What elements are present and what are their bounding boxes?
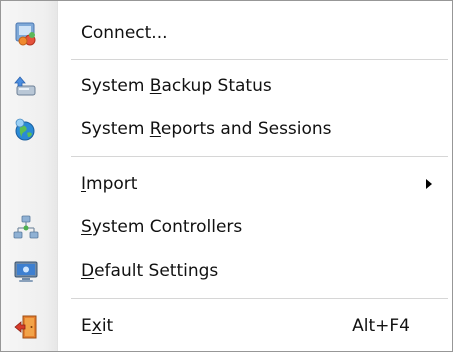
menu-item-exit[interactable]: Exit Alt+F4 bbox=[1, 306, 452, 346]
menu-item-label: System Reports and Sessions bbox=[81, 119, 332, 139]
network-controllers-icon bbox=[13, 215, 39, 241]
menu-separator bbox=[71, 59, 448, 61]
menu-item-system-reports-and-sessions[interactable]: System Reports and Sessions bbox=[1, 109, 452, 149]
connect-icon bbox=[13, 21, 39, 47]
menu-item-system-backup-status[interactable]: System Backup Status bbox=[1, 66, 452, 106]
menu-item-label: Connect... bbox=[81, 23, 168, 43]
menu-item-import[interactable]: Import bbox=[1, 164, 452, 204]
shortcut-label: Alt+F4 bbox=[352, 316, 410, 336]
submenu-arrow-icon bbox=[426, 179, 432, 189]
menu-item-label: System Controllers bbox=[81, 217, 243, 237]
menu-separator bbox=[71, 156, 448, 158]
menu-item-label: Exit bbox=[81, 316, 114, 336]
menu-item-default-settings[interactable]: Default Settings bbox=[1, 251, 452, 291]
backup-status-icon bbox=[13, 74, 39, 100]
monitor-settings-icon bbox=[13, 259, 39, 285]
menu-separator bbox=[71, 298, 448, 300]
menu-item-label: System Backup Status bbox=[81, 76, 272, 96]
menu-item-connect[interactable]: Connect... bbox=[1, 13, 452, 53]
menu-item-label: Default Settings bbox=[81, 261, 219, 281]
reports-sessions-icon bbox=[13, 117, 39, 143]
menu-item-label: Import bbox=[81, 174, 138, 194]
context-menu: Connect... System Backup Status System R… bbox=[0, 0, 453, 352]
exit-door-icon bbox=[13, 314, 39, 340]
menu-item-system-controllers[interactable]: System Controllers bbox=[1, 207, 452, 247]
